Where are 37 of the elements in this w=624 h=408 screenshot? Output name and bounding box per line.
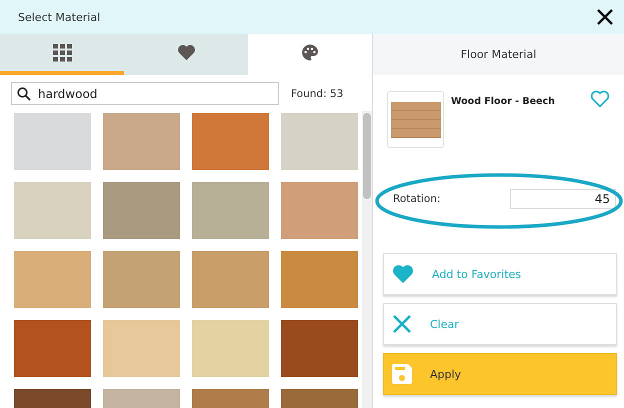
grid-icon [52,44,72,62]
heart-tab[interactable] [124,34,248,75]
material-name: Wood Floor - Beech [451,96,556,107]
apply-button[interactable]: Apply [383,353,617,395]
search-icon [17,87,31,101]
search-field[interactable]: hardwood [11,82,279,105]
material-swatch[interactable] [281,320,358,377]
close-icon[interactable] [596,8,614,26]
material-swatch[interactable] [14,182,91,239]
material-swatch[interactable] [14,320,91,377]
heart-icon [392,264,414,284]
material-swatch[interactable] [281,251,358,308]
material-swatch[interactable] [192,251,269,308]
material-swatch[interactable] [103,320,180,377]
material-swatch[interactable] [281,113,358,170]
material-swatch[interactable] [192,113,269,170]
panel-header: Floor Material [373,34,624,75]
material-swatch[interactable] [281,182,358,239]
material-swatch[interactable] [103,251,180,308]
heart-icon[interactable] [590,90,610,108]
window-title: Select Material [18,10,100,24]
material-swatch[interactable] [192,320,269,377]
material-swatch[interactable] [192,182,269,239]
grid-tab[interactable] [0,34,124,75]
rotation-label: Rotation: [393,193,440,205]
material-swatch[interactable] [14,113,91,170]
material-thumbnail [387,91,444,148]
material-swatch[interactable] [103,113,180,170]
scrollbar-thumb[interactable] [363,113,371,199]
material-swatch[interactable] [14,251,91,308]
rotation-field[interactable]: 45 [510,189,616,209]
heart-icon [176,44,196,61]
palette-icon [300,43,320,62]
material-swatch[interactable] [103,182,180,239]
save-icon [392,364,412,384]
result-count: Found: 53 [291,88,344,100]
close-icon [392,314,412,334]
